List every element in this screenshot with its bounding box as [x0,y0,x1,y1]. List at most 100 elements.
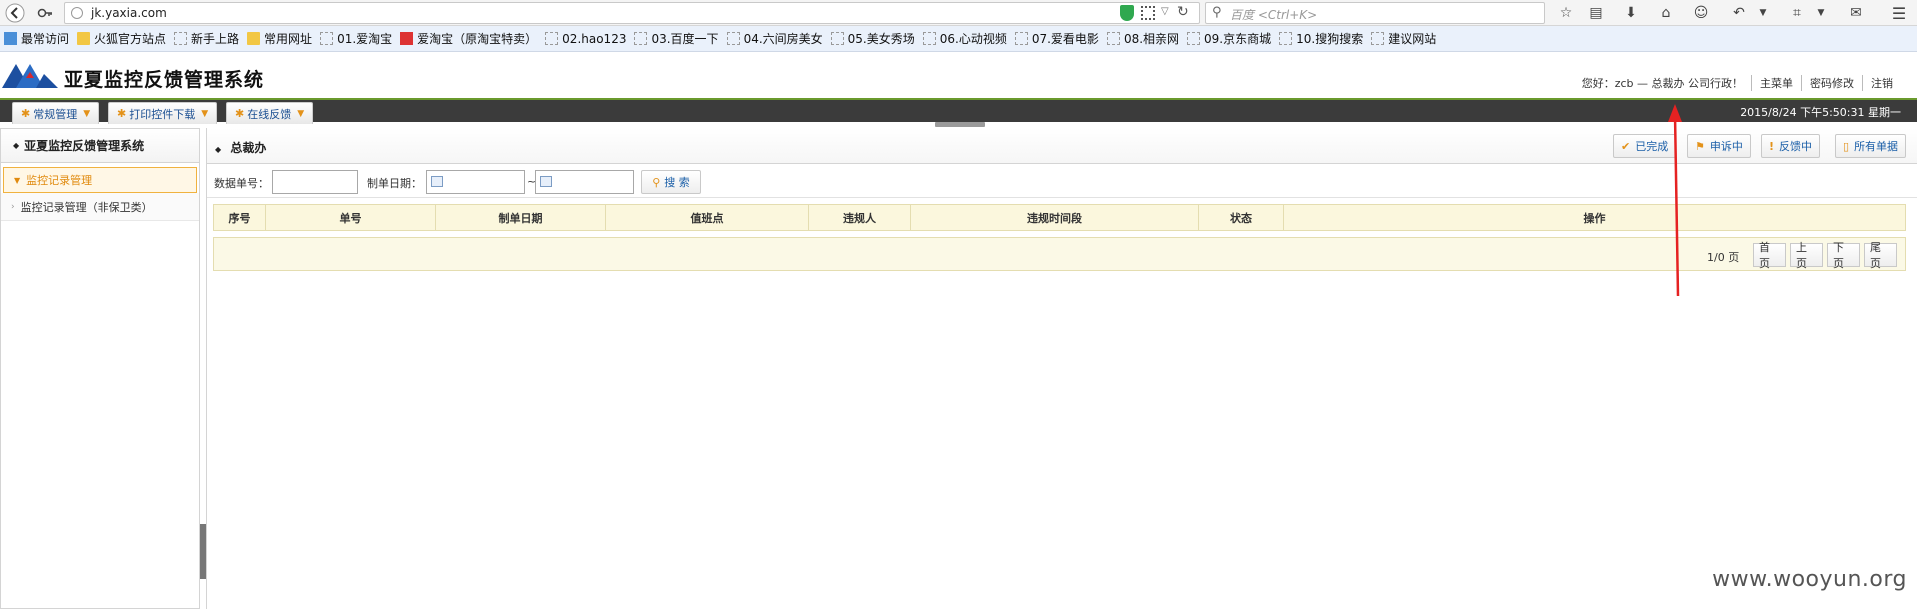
calendar-icon [431,176,443,187]
all-documents-button[interactable]: ▯ 所有单据 [1835,134,1907,158]
bookmark-item[interactable]: 07.爱看电影 [1014,30,1099,47]
url-text: jk.yaxia.com [91,6,167,20]
tab-online-feedback[interactable]: ✱ 在线反馈 ▼ [226,102,314,124]
doc-no-label: 数据单号： [214,177,269,190]
bookmark-item[interactable]: 新手上路 [174,30,239,47]
chevron-down-icon: ▼ [201,108,209,119]
next-page-button[interactable]: 下页 [1827,241,1860,270]
url-bar[interactable]: jk.yaxia.com ▽ ↻ [64,2,1200,24]
chevron-down-icon: ▼ [297,108,305,119]
current-datetime: 2015/8/24 下午5:50:31 星期一 [1740,106,1901,119]
bookmark-item[interactable]: 最常访问 [4,30,69,47]
tab-print-control-download[interactable]: ✱ 打印控件下载 ▼ [108,102,218,124]
shield-icon[interactable] [1120,5,1134,21]
column-header: 序号 [213,204,266,231]
page-info: 1/0 页 [1707,251,1740,264]
bookmarks-bar: 最常访问 火狐官方站点 新手上路 常用网址 01.爱淘宝 爱淘宝（原淘宝特卖） … [0,26,1917,52]
page-icon [1371,32,1385,45]
page-icon [634,32,648,45]
menu-icon[interactable]: ☰ [1888,3,1910,23]
feedback-button[interactable]: ! 反馈中 [1761,134,1821,158]
change-password-link[interactable]: 密码修改 [1801,75,1862,91]
bookmark-item[interactable]: 01.爱淘宝 [320,30,392,47]
last-page-button[interactable]: 尾页 [1864,241,1897,270]
undo-icon[interactable]: ↶ [1728,3,1750,23]
sidebar-section-monitor-records[interactable]: ▼ 监控记录管理 [3,167,197,193]
annotation-arrow [1668,104,1682,297]
bookmark-item[interactable]: 爱淘宝（原淘宝特卖） [400,30,537,47]
appealing-button[interactable]: ⚑ 申诉中 [1687,134,1751,158]
sidebar-item-monitor-records-non-security[interactable]: › 监控记录管理（非保卫类） [1,193,199,221]
chat-icon[interactable]: ☺ [1690,3,1712,23]
page-icon [830,32,844,45]
page-icon [1014,32,1028,45]
chevron-right-icon: › [11,201,15,212]
tab-regular-management[interactable]: ✱ 常规管理 ▼ [12,102,100,124]
bookmark-item[interactable]: 火狐官方站点 [77,30,166,47]
bookmark-item[interactable]: 09.京东商城 [1187,30,1271,47]
search-placeholder: 百度 <Ctrl+K> [1230,8,1318,22]
page-icon [726,32,740,45]
logout-link[interactable]: 注销 [1862,75,1901,91]
pagination-bar: 1/0 页 首页 上页 下页 尾页 [213,237,1906,271]
bookmark-item[interactable]: 03.百度一下 [634,30,719,47]
sidebar-title: ◆ 亚夏监控反馈管理系统 [1,129,199,163]
column-header: 单号 [265,204,436,231]
system-title: 亚夏监控反馈管理系统 [64,69,265,91]
message-icon[interactable]: ✉ [1845,3,1867,23]
column-header: 值班点 [605,204,809,231]
chevron-down-icon[interactable]: ▼ [1752,3,1774,23]
identity-key-icon[interactable] [32,2,58,24]
main-menu-link[interactable]: 主菜单 [1751,75,1801,91]
download-icon[interactable]: ⬇ [1620,3,1642,23]
check-icon: ✔ [1621,139,1631,153]
bookmark-item[interactable]: 常用网址 [247,30,312,47]
home-icon[interactable]: ⌂ [1655,3,1677,23]
gear-icon: ✱ [21,107,31,120]
folder-icon [77,32,91,45]
start-date-input[interactable] [426,170,525,194]
column-header: 状态 [1198,204,1284,231]
reload-icon[interactable]: ↻ [1177,4,1189,20]
logo-icon [2,64,58,88]
bookmark-icon [4,32,17,45]
column-header: 违规人 [808,204,911,231]
star-icon[interactable]: ☆ [1555,3,1577,23]
column-header: 操作 [1283,204,1906,231]
bookmark-item[interactable]: 06.心动视频 [922,30,1007,47]
page-icon [545,32,559,45]
back-icon[interactable] [4,2,26,24]
end-date-input[interactable] [535,170,634,194]
date-label: 制单日期： [367,177,422,190]
bookmark-item[interactable]: 05.美女秀场 [830,30,915,47]
bullet-icon: ◆ [215,145,222,154]
column-header: 违规时间段 [910,204,1199,231]
layout-splitter-handle[interactable] [935,122,985,127]
triangle-down-icon: ▼ [14,175,21,185]
bookmark-item[interactable]: 02.hao123 [545,32,626,46]
doc-no-input[interactable] [272,170,358,194]
column-header: 制单日期 [435,204,606,231]
document-icon: ▯ [1843,139,1850,153]
search-input[interactable]: ⚲ 百度 <Ctrl+K> [1205,2,1545,24]
bookmark-item[interactable]: 08.相亲网 [1106,30,1179,47]
page-icon [174,32,188,45]
bookmark-item[interactable]: 10.搜狗搜索 [1279,30,1363,47]
search-button[interactable]: ⚲ 搜 索 [641,170,701,194]
gear-icon: ✱ [117,107,127,120]
chevron-down-icon[interactable]: ▼ [1810,3,1832,23]
first-page-button[interactable]: 首页 [1753,241,1786,270]
page-icon [1279,32,1293,45]
main-navbar: ✱ 常规管理 ▼ ✱ 打印控件下载 ▼ ✱ 在线反馈 ▼ 2015/8/24 下… [0,98,1917,124]
prev-page-button[interactable]: 上页 [1790,241,1823,270]
qrcode-icon[interactable] [1141,6,1155,20]
taobao-icon [400,32,414,45]
search-icon: ⚲ [1212,5,1222,20]
bullet-icon: ◆ [13,141,20,150]
bookmark-item[interactable]: 建议网站 [1371,30,1436,47]
page-icon [320,32,334,45]
reading-list-icon[interactable]: ▤ [1585,3,1607,23]
crop-icon[interactable]: ⌗ [1786,3,1808,23]
dropdown-icon[interactable]: ▽ [1161,6,1169,17]
bookmark-item[interactable]: 04.六间房美女 [726,30,823,47]
